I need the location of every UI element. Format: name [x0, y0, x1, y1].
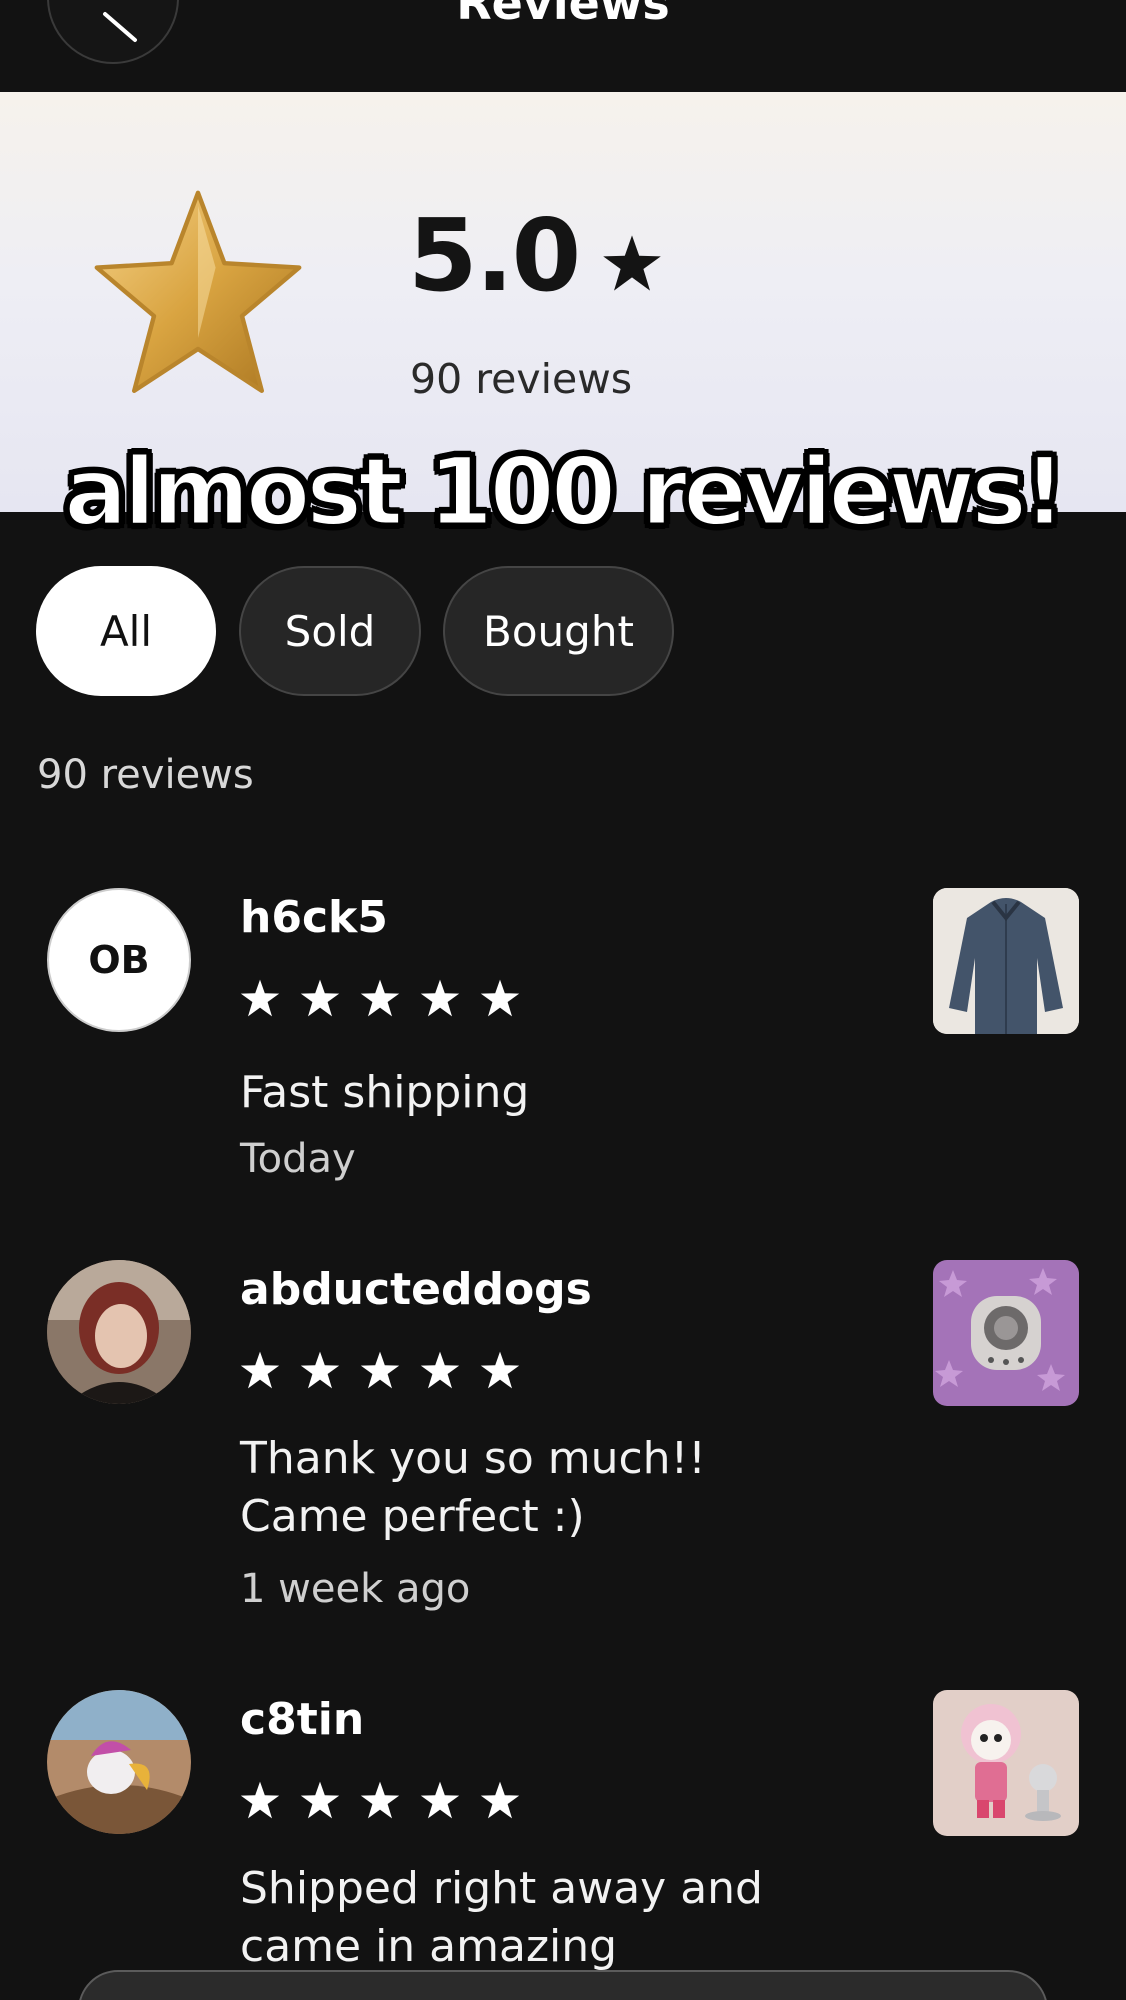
- item-thumbnail[interactable]: [933, 1690, 1079, 1836]
- top-bar: Reviews: [0, 0, 1126, 92]
- average-rating: 5.0: [408, 197, 581, 314]
- star-rating: [240, 1780, 520, 1820]
- star-icon: [480, 979, 520, 1017]
- star-icon: [300, 1781, 340, 1819]
- star-icon: [360, 1781, 400, 1819]
- star-rating: [240, 1350, 520, 1390]
- star-icon: [420, 1781, 460, 1819]
- filter-all[interactable]: All: [36, 566, 216, 696]
- star-icon: [300, 979, 340, 1017]
- item-thumbnail[interactable]: [933, 888, 1079, 1034]
- star-rating: [240, 978, 520, 1018]
- overlay-caption: almost 100 reviews!: [63, 437, 1068, 549]
- star-icon: [240, 1351, 280, 1389]
- star-icon: [480, 1351, 520, 1389]
- bottom-sheet[interactable]: [78, 1970, 1048, 2000]
- review-count: 90 reviews: [37, 752, 254, 798]
- product-photo: [933, 1260, 1079, 1406]
- star-icon: [360, 1351, 400, 1389]
- reviewer-username[interactable]: h6ck5: [240, 892, 388, 943]
- review-date: 1 week ago: [240, 1566, 471, 1612]
- figure-photo: [933, 1690, 1079, 1836]
- review-text: Shipped right away and came in amazing: [240, 1863, 763, 1972]
- star-icon: [240, 979, 280, 1017]
- star-icon: [300, 1351, 340, 1389]
- filter-bought[interactable]: Bought: [443, 566, 674, 696]
- review-text: Fast shipping: [240, 1067, 530, 1118]
- rating-review-count: 90 reviews: [410, 355, 633, 403]
- user-photo: [47, 1260, 191, 1404]
- review-text: Thank you so much!! Came perfect :): [240, 1433, 706, 1542]
- avatar[interactable]: OB: [47, 888, 191, 1032]
- review-date: Today: [240, 1136, 356, 1182]
- reviewer-username[interactable]: abducteddogs: [240, 1264, 592, 1315]
- star-icon: [480, 1781, 520, 1819]
- filter-sold[interactable]: Sold: [239, 566, 421, 696]
- star-icon: [240, 1781, 280, 1819]
- star-icon: [603, 235, 661, 291]
- item-thumbnail[interactable]: [933, 1260, 1079, 1406]
- page-title: Reviews: [456, 0, 670, 30]
- avatar[interactable]: [47, 1690, 191, 1834]
- user-photo: [47, 1690, 191, 1834]
- reviewer-username[interactable]: c8tin: [240, 1694, 364, 1745]
- star-icon: [420, 1351, 460, 1389]
- shirt-photo: [933, 888, 1079, 1034]
- avatar[interactable]: [47, 1260, 191, 1404]
- star-icon: [360, 979, 400, 1017]
- gold-star-icon: [94, 190, 302, 393]
- star-icon: [420, 979, 460, 1017]
